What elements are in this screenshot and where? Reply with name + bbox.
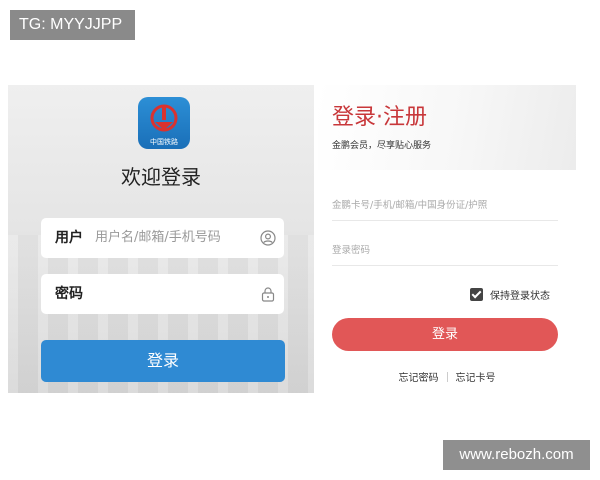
help-links: 忘记密码 忘记卡号 [318, 369, 576, 384]
link-divider [446, 372, 448, 382]
hero-title: 登录·注册 [332, 105, 427, 130]
subtitle: 金鹏会员，尽享贴心服务 [332, 141, 432, 151]
checkbox-checked-icon[interactable] [470, 287, 483, 301]
username-label: 用户 [55, 230, 83, 246]
lock-icon [261, 287, 275, 302]
password-field[interactable]: 密码 [41, 274, 284, 314]
left-login-panel: 中国铁路 欢迎登录 用户 用户名/邮箱/手机号码 密码 登录 [8, 85, 314, 393]
forgot-password-link[interactable]: 忘记密码 [399, 373, 439, 384]
tg-watermark: TG: MYYJJPP [10, 10, 135, 40]
username-field[interactable]: 用户 用户名/邮箱/手机号码 [41, 218, 284, 258]
forgot-card-link[interactable]: 忘记卡号 [456, 373, 496, 384]
keep-login-toggle[interactable]: 保持登录状态 [470, 287, 550, 302]
password-input[interactable]: 登录密码 [332, 236, 558, 266]
site-watermark: www.rebozh.com [443, 440, 590, 470]
china-railway-logo-icon: 中国铁路 [138, 97, 190, 149]
right-login-panel: 登录·注册 金鹏会员，尽享贴心服务 金鹏卡号/手机/邮箱/中国身份证/护照 登录… [318, 85, 576, 393]
person-icon [260, 230, 276, 246]
svg-text:中国铁路: 中国铁路 [150, 137, 178, 146]
login-button[interactable]: 登录 [41, 340, 285, 382]
page-title: 欢迎登录 [121, 165, 201, 189]
header-banner: 登录·注册 金鹏会员，尽享贴心服务 [318, 85, 576, 170]
username-placeholder: 用户名/邮箱/手机号码 [95, 230, 221, 245]
card-number-input[interactable]: 金鹏卡号/手机/邮箱/中国身份证/护照 [332, 191, 558, 221]
keep-login-label: 保持登录状态 [490, 290, 550, 302]
password-label: 密码 [55, 286, 83, 302]
member-login-button[interactable]: 登录 [332, 318, 558, 351]
